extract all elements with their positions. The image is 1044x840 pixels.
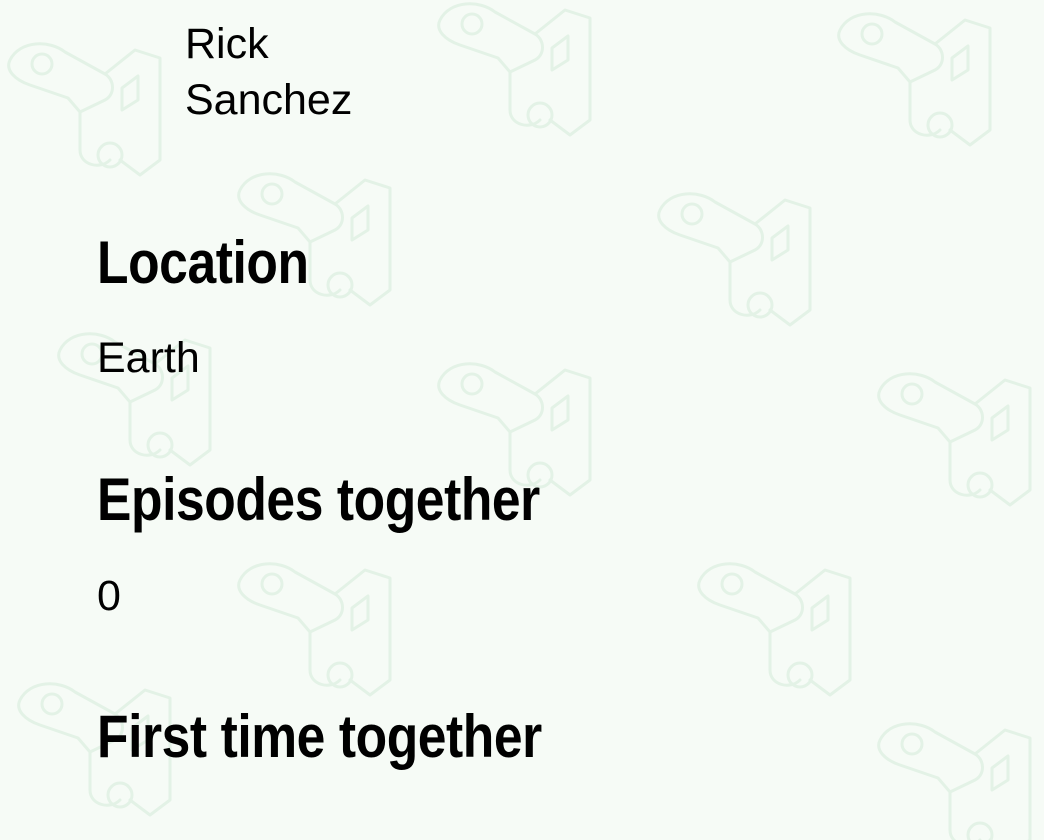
episodes-together-value: 0: [97, 572, 121, 620]
first-time-together-heading: First time together: [97, 703, 542, 770]
character-name: Rick Sanchez: [185, 20, 353, 124]
episodes-together-heading: Episodes together: [97, 466, 540, 533]
location-value: Earth: [97, 334, 200, 382]
location-heading: Location: [97, 229, 309, 296]
